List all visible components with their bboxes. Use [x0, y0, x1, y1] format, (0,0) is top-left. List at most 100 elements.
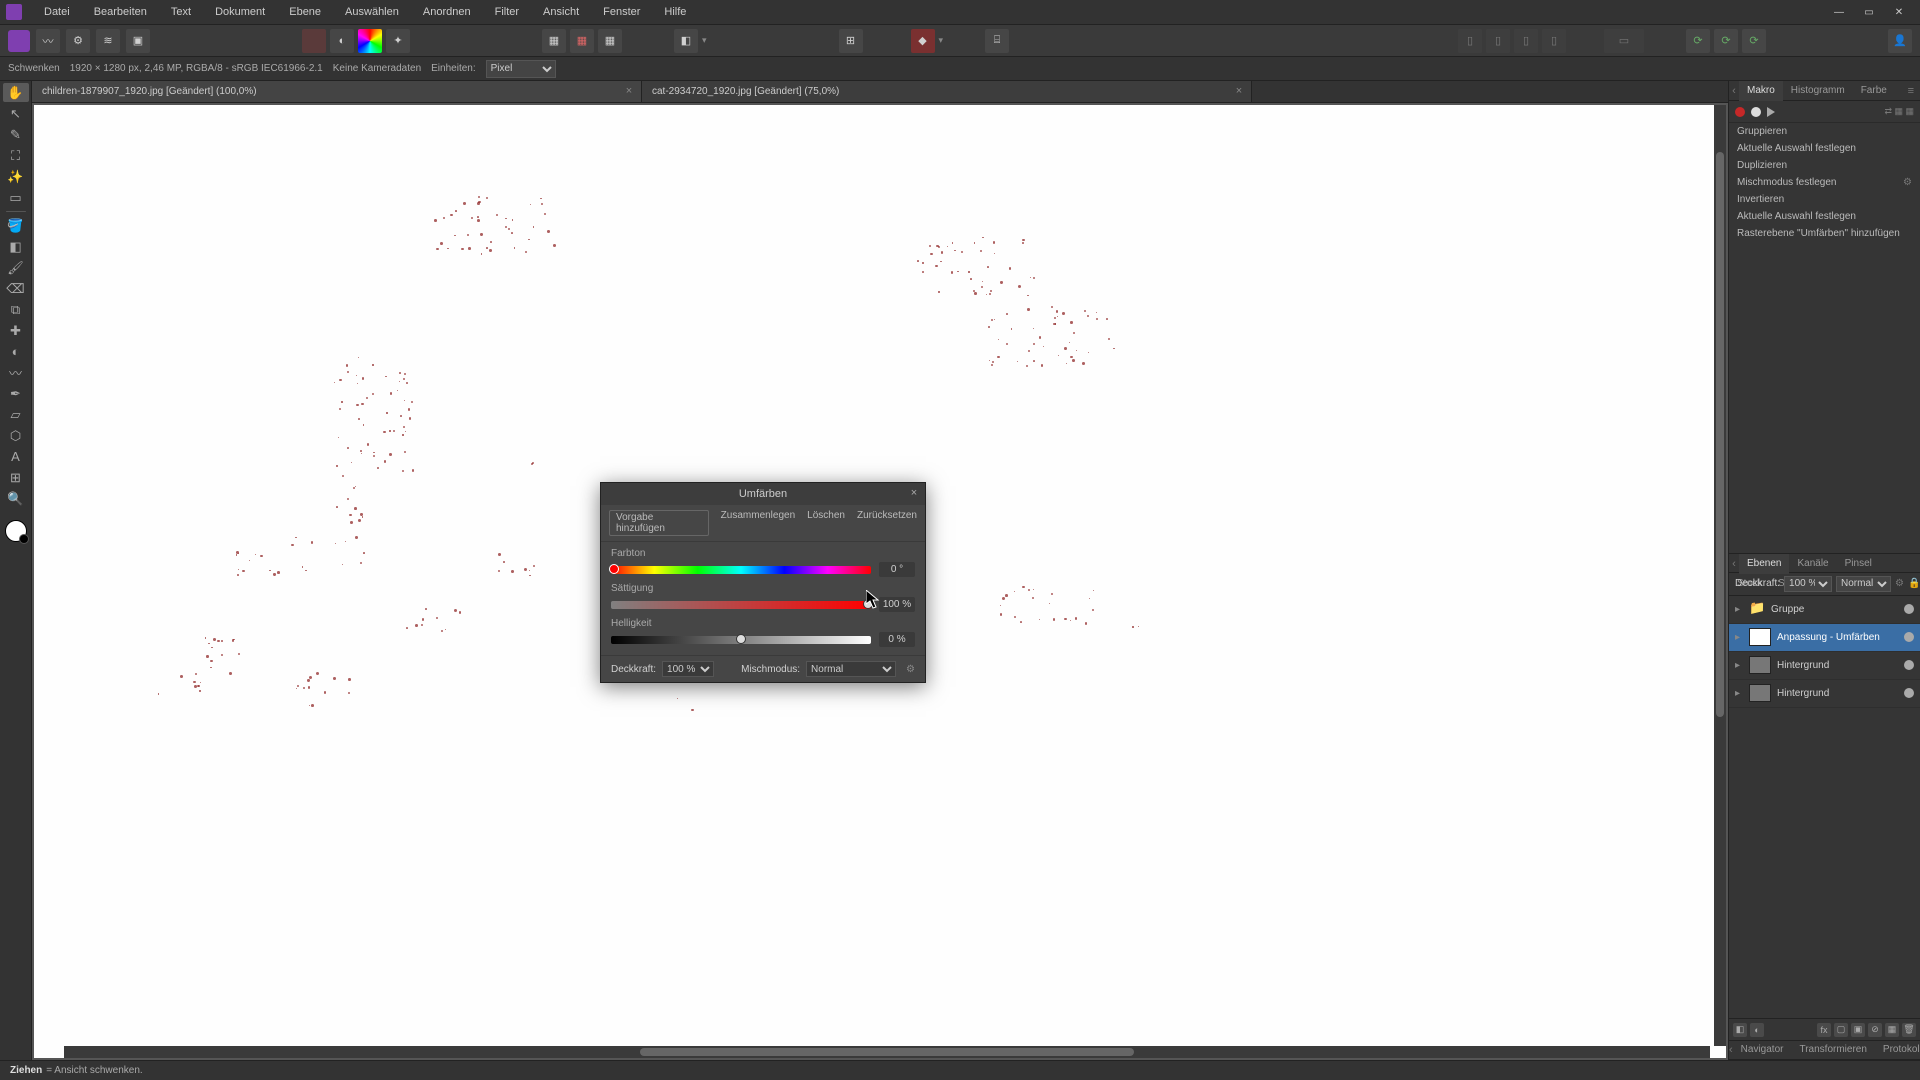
tab-histogramm[interactable]: Histogramm: [1783, 81, 1853, 101]
text-tool-icon[interactable]: A: [3, 447, 29, 466]
align-center-icon[interactable]: ▯: [1486, 29, 1510, 53]
layer-blend-select[interactable]: Normal: [1836, 576, 1891, 592]
visibility-toggle[interactable]: [1904, 660, 1914, 670]
record-icon[interactable]: [1735, 107, 1745, 117]
dropper-icon[interactable]: ◐: [330, 29, 354, 53]
slider-thumb[interactable]: [736, 634, 746, 644]
scrollbar-vertical[interactable]: [1714, 105, 1726, 1046]
assistant-icon[interactable]: ◆: [911, 29, 935, 53]
dialog-blend-select[interactable]: Normal: [806, 661, 896, 677]
menu-filter[interactable]: Filter: [483, 0, 531, 25]
menu-hilfe[interactable]: Hilfe: [652, 0, 698, 25]
layer-mask-icon[interactable]: ◧: [1733, 1023, 1747, 1037]
macro-item[interactable]: Rasterebene "Umfärben" hinzufügen: [1729, 225, 1920, 242]
persona-export-icon[interactable]: ▣: [126, 29, 150, 53]
reset-button[interactable]: Zurücksetzen: [857, 510, 917, 536]
menu-anordnen[interactable]: Anordnen: [411, 0, 483, 25]
sync2-icon[interactable]: ⟳: [1714, 29, 1738, 53]
color-picker-tool-icon[interactable]: ✎: [3, 125, 29, 144]
close-button[interactable]: ✕: [1884, 2, 1914, 22]
gear-icon[interactable]: ⚙: [906, 664, 915, 675]
add-layer-icon[interactable]: ▦: [1885, 1023, 1899, 1037]
crop-tool-icon[interactable]: ⛶: [3, 146, 29, 165]
slider-thumb[interactable]: [609, 564, 619, 574]
stop-icon[interactable]: [1751, 107, 1761, 117]
document-tab[interactable]: cat-2934720_1920.jpg [Geändert] (75,0%) …: [642, 81, 1252, 102]
macro-item[interactable]: Mischmodus festlegen⚙: [1729, 174, 1920, 191]
sync-icon[interactable]: ⟳: [1686, 29, 1710, 53]
persona-photo-icon[interactable]: [8, 30, 30, 52]
layer-row[interactable]: ▸Hintergrund: [1729, 652, 1920, 680]
close-icon[interactable]: ×: [623, 85, 635, 97]
scrollbar-horizontal[interactable]: [64, 1046, 1710, 1058]
persona-tone-icon[interactable]: ≋: [96, 29, 120, 53]
panel-collapse-icon[interactable]: ‹: [1729, 85, 1739, 97]
clone-tool-icon[interactable]: ⧉: [3, 300, 29, 319]
gear-icon[interactable]: ⚙: [1903, 177, 1912, 188]
snapping-icon[interactable]: ⌸: [985, 29, 1009, 53]
tab-navigator[interactable]: Navigator: [1733, 1040, 1792, 1060]
panel-collapse-icon[interactable]: ‹: [1729, 558, 1739, 570]
menu-datei[interactable]: Datei: [32, 0, 82, 25]
visibility-toggle[interactable]: [1904, 604, 1914, 614]
swatch-fill-icon[interactable]: [302, 29, 326, 53]
menu-auswaehlen[interactable]: Auswählen: [333, 0, 411, 25]
menu-dokument[interactable]: Dokument: [203, 0, 277, 25]
scrollbar-thumb[interactable]: [1716, 152, 1724, 717]
delete-button[interactable]: Löschen: [807, 510, 845, 536]
smudge-tool-icon[interactable]: 〰: [3, 363, 29, 382]
tab-transformieren[interactable]: Transformieren: [1791, 1040, 1874, 1060]
move-tool-icon[interactable]: ↖: [3, 104, 29, 123]
dodge-tool-icon[interactable]: ◐: [3, 342, 29, 361]
slider-thumb[interactable]: [863, 599, 873, 609]
play-icon[interactable]: [1767, 107, 1775, 117]
lock-icon[interactable]: 🔒: [1908, 578, 1920, 589]
selection-new-icon[interactable]: ▦: [542, 29, 566, 53]
sync3-icon[interactable]: ⟳: [1742, 29, 1766, 53]
flood-tool-icon[interactable]: 🪣: [3, 216, 29, 235]
menu-text[interactable]: Text: [159, 0, 203, 25]
recolor-dialog[interactable]: Umfärben × Vorgabe hinzufügen Zusammenle…: [600, 482, 926, 683]
minimize-button[interactable]: —: [1824, 2, 1854, 22]
tab-protokoll[interactable]: Protokoll: [1875, 1040, 1920, 1060]
macro-item[interactable]: Invertieren: [1729, 191, 1920, 208]
visibility-toggle[interactable]: [1904, 688, 1914, 698]
pen-tool-icon[interactable]: ✒: [3, 384, 29, 403]
align-right-icon[interactable]: ▯: [1514, 29, 1538, 53]
color-swatch[interactable]: [5, 520, 27, 542]
node-tool-icon[interactable]: ⬡: [3, 426, 29, 445]
expand-icon[interactable]: ▸: [1735, 632, 1743, 643]
shape-tool-icon[interactable]: ▱: [3, 405, 29, 424]
close-icon[interactable]: ×: [1233, 85, 1245, 97]
account-icon[interactable]: 👤: [1888, 29, 1912, 53]
quickmask-icon[interactable]: ◧: [674, 29, 698, 53]
close-icon[interactable]: ×: [907, 486, 921, 500]
tab-makro[interactable]: Makro: [1739, 81, 1783, 101]
visibility-toggle[interactable]: [1904, 632, 1914, 642]
align-top-icon[interactable]: ▯: [1542, 29, 1566, 53]
eraser-tool-icon[interactable]: ⌫: [3, 279, 29, 298]
layer-adj-icon[interactable]: ◐: [1750, 1023, 1764, 1037]
persona-liquify-icon[interactable]: 〰: [36, 29, 60, 53]
mesh-tool-icon[interactable]: ⊞: [3, 468, 29, 487]
dialog-titlebar[interactable]: Umfärben ×: [601, 483, 925, 505]
tab-farbe[interactable]: Farbe: [1853, 81, 1895, 101]
lightness-slider[interactable]: [611, 636, 871, 644]
saturation-slider[interactable]: [611, 601, 871, 609]
tab-kanaele[interactable]: Kanäle: [1789, 554, 1836, 574]
panel-menu-icon[interactable]: ≡: [1902, 85, 1920, 97]
dialog-opacity-select[interactable]: 100 %: [662, 661, 714, 677]
expand-icon[interactable]: ▸: [1735, 604, 1743, 615]
add-preset-button[interactable]: Vorgabe hinzufügen: [609, 510, 709, 536]
expand-icon[interactable]: ▸: [1735, 660, 1743, 671]
fx-icon[interactable]: fx: [1817, 1023, 1831, 1037]
wand-tool-icon[interactable]: ✨: [3, 167, 29, 186]
menu-fenster[interactable]: Fenster: [591, 0, 652, 25]
merge-button[interactable]: Zusammenlegen: [721, 510, 795, 536]
arrange-order-icon[interactable]: ▭: [1604, 29, 1644, 53]
lightness-value[interactable]: 0 %: [879, 632, 915, 647]
group-icon[interactable]: ▣: [1851, 1023, 1865, 1037]
dropdown-icon[interactable]: ▾: [939, 35, 944, 46]
align-left-icon[interactable]: ▯: [1458, 29, 1482, 53]
hue-value[interactable]: 0 °: [879, 562, 915, 577]
